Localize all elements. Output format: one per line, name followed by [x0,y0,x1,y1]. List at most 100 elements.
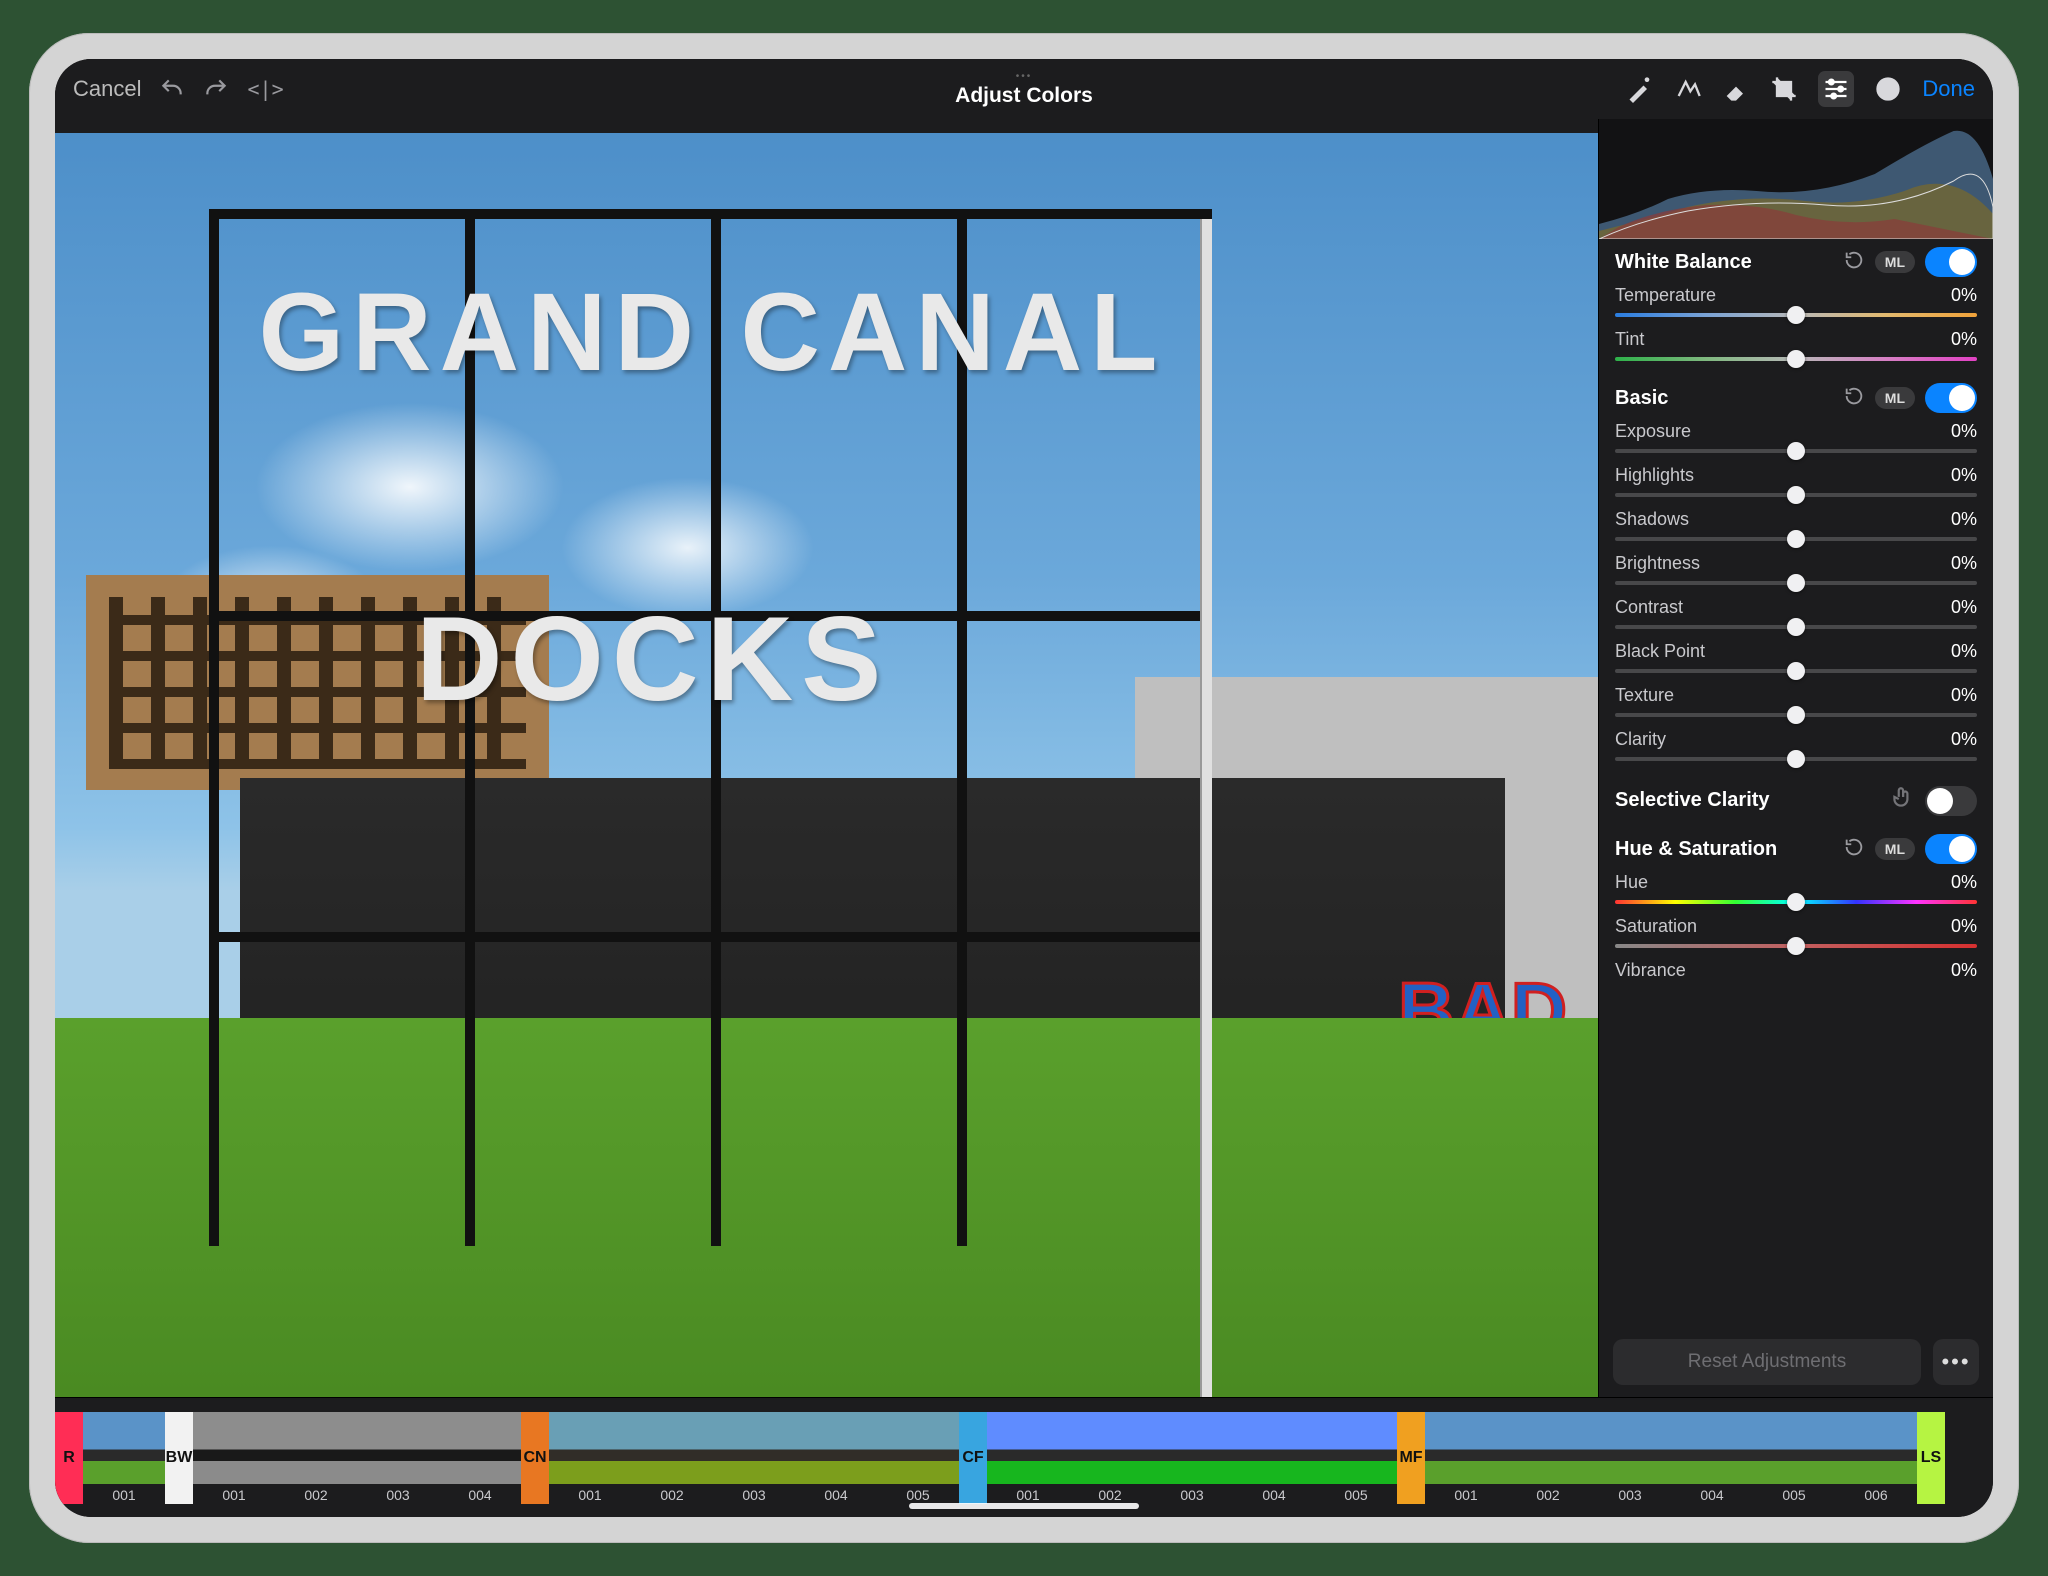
shadows-slider[interactable] [1615,537,1977,541]
black-point-slider[interactable] [1615,669,1977,673]
filter-thumb[interactable]: 004 [795,1412,877,1503]
saturation-label: Saturation [1615,916,1697,937]
filter-chip-ls[interactable]: LS [1917,1412,1945,1504]
selective-clarity-toggle[interactable] [1925,786,1977,816]
filter-thumb[interactable]: 002 [275,1412,357,1503]
hue-saturation-ml-button[interactable]: ML [1875,838,1915,860]
photo-canvas[interactable]: BAD GRAND CANAL DOCKS [55,133,1598,1397]
filter-thumb[interactable]: 001 [193,1412,275,1503]
temperature-slider[interactable] [1615,313,1977,317]
hue-saturation-toggle[interactable] [1925,834,1977,864]
filter-thumb[interactable]: 001 [1425,1412,1507,1503]
filter-chip-mf[interactable]: MF [1397,1412,1425,1504]
white-balance-reset-icon[interactable] [1843,249,1865,276]
reset-adjustments-button[interactable]: Reset Adjustments [1613,1339,1921,1385]
filter-thumb[interactable]: 004 [1671,1412,1753,1503]
filter-thumb[interactable]: 001 [549,1412,631,1503]
saturation-value: 0% [1951,916,1977,937]
screen-title: Adjust Colors [955,84,1093,108]
filter-chip-bw[interactable]: BW [165,1412,193,1504]
filter-thumb[interactable]: 004 [1233,1412,1315,1503]
filter-thumb[interactable]: 002 [1069,1412,1151,1503]
grabber-icon[interactable]: ••• [1016,71,1033,82]
filter-thumb[interactable]: 003 [1151,1412,1233,1503]
more-menu-button[interactable] [1874,75,1902,103]
basic-ml-button[interactable]: ML [1875,387,1915,409]
crop-button[interactable] [1770,75,1798,103]
code-toolbar-icon[interactable]: <|> [247,77,283,101]
topbar: Cancel <|> ••• Adjust Colors [55,59,1993,119]
filter-thumb[interactable]: 004 [439,1412,521,1503]
eraser-button[interactable] [1722,75,1750,103]
basic-reset-icon[interactable] [1843,385,1865,412]
filter-thumb[interactable]: 001 [83,1412,165,1503]
saturation-slider[interactable] [1615,944,1977,948]
filter-thumb[interactable]: 003 [713,1412,795,1503]
brightness-value: 0% [1951,553,1977,574]
texture-label: Texture [1615,685,1674,706]
clarity-slider[interactable] [1615,757,1977,761]
adjustments-sidebar: White Balance ML Temperature 0% Tint 0% [1598,119,1993,1397]
done-button[interactable]: Done [1922,76,1975,102]
vibrance-label: Vibrance [1615,960,1686,981]
vibrance-value: 0% [1951,960,1977,981]
histogram[interactable] [1599,119,1993,239]
filter-chip-r[interactable]: R [55,1412,83,1504]
ml-enhance-button[interactable] [1674,75,1702,103]
temperature-label: Temperature [1615,285,1716,306]
white-balance-ml-button[interactable]: ML [1875,251,1915,273]
redo-button[interactable] [203,76,229,102]
filter-thumb[interactable]: 005 [1753,1412,1835,1503]
cancel-button[interactable]: Cancel [73,76,141,102]
sign-line2: DOCKS [416,590,889,728]
adjustments-more-button[interactable]: ••• [1933,1339,1979,1385]
hue-saturation-reset-icon[interactable] [1843,836,1865,863]
filter-chip-cn[interactable]: CN [521,1412,549,1504]
contrast-label: Contrast [1615,597,1683,618]
filter-thumb[interactable]: 001 [987,1412,1069,1503]
white-balance-title: White Balance [1615,251,1752,274]
tint-value: 0% [1951,329,1977,350]
adjust-sliders-button[interactable] [1818,71,1854,107]
filter-thumb[interactable]: 002 [631,1412,713,1503]
filter-thumb[interactable]: 005 [877,1412,959,1503]
contrast-value: 0% [1951,597,1977,618]
filter-thumb[interactable]: 006 [1835,1412,1917,1503]
tint-slider[interactable] [1615,357,1977,361]
shadows-label: Shadows [1615,509,1689,530]
highlights-label: Highlights [1615,465,1694,486]
magic-wand-ml-button[interactable] [1626,75,1654,103]
tint-label: Tint [1615,329,1644,350]
sign-line1: GRAND CANAL [259,269,1166,396]
brightness-label: Brightness [1615,553,1700,574]
home-indicator[interactable] [909,1503,1139,1509]
filter-thumb[interactable]: 003 [1589,1412,1671,1503]
exposure-value: 0% [1951,421,1977,442]
basic-title: Basic [1615,387,1668,410]
texture-slider[interactable] [1615,713,1977,717]
filter-thumb[interactable]: 005 [1315,1412,1397,1503]
black-point-value: 0% [1951,641,1977,662]
undo-button[interactable] [159,76,185,102]
clarity-value: 0% [1951,729,1977,750]
filter-preset-strip[interactable]: R 001 BW 001 002 003 004 CN 001 002 003 … [55,1397,1993,1517]
highlights-slider[interactable] [1615,493,1977,497]
white-balance-toggle[interactable] [1925,247,1977,277]
basic-toggle[interactable] [1925,383,1977,413]
contrast-slider[interactable] [1615,625,1977,629]
hue-label: Hue [1615,872,1648,893]
temperature-value: 0% [1951,285,1977,306]
brightness-slider[interactable] [1615,581,1977,585]
filter-chip-cf[interactable]: CF [959,1412,987,1504]
texture-value: 0% [1951,685,1977,706]
hue-slider[interactable] [1615,900,1977,904]
finger-paint-icon[interactable] [1889,785,1915,816]
exposure-label: Exposure [1615,421,1691,442]
clarity-label: Clarity [1615,729,1666,750]
selective-clarity-title: Selective Clarity [1615,789,1770,812]
exposure-slider[interactable] [1615,449,1977,453]
filter-thumb[interactable]: 002 [1507,1412,1589,1503]
photo: BAD GRAND CANAL DOCKS [55,133,1598,1397]
filter-thumb[interactable]: 003 [357,1412,439,1503]
hue-saturation-title: Hue & Saturation [1615,838,1777,861]
